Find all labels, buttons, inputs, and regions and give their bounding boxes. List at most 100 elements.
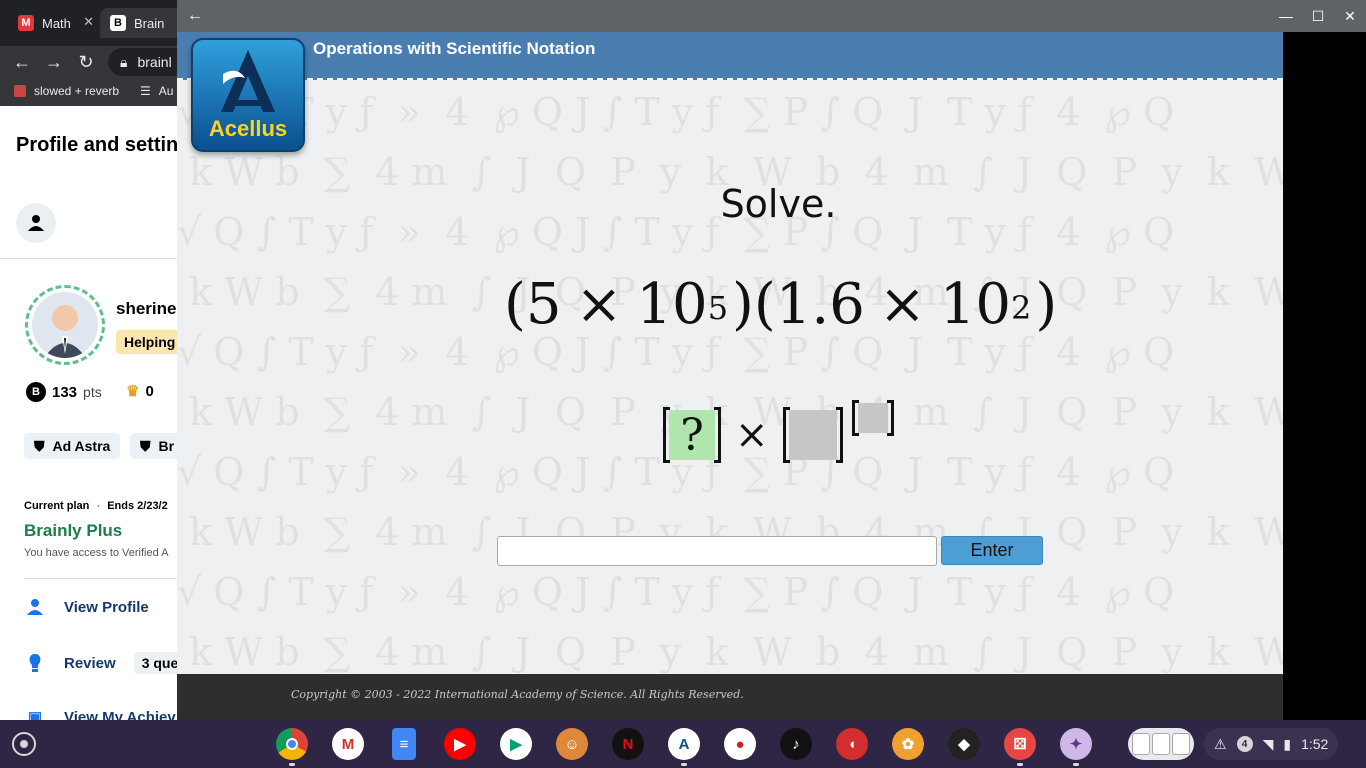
plan-description: You have access to Verified A	[24, 547, 169, 559]
bookmark-slowed-reverb[interactable]: slowed + reverb	[14, 84, 119, 98]
exponent-answer-box[interactable]	[852, 400, 894, 436]
roblox-icon[interactable]: ◆	[948, 728, 980, 760]
lesson-footer: Copyright © 2003 - 2022 International Ac…	[177, 674, 1283, 720]
points-value: 133	[52, 383, 78, 401]
status-area[interactable]: ⚠ 4 ◥ ▮ 1:52	[1204, 728, 1339, 760]
game-icon[interactable]: ☺	[556, 728, 588, 760]
thumbnail-icon	[1172, 733, 1190, 755]
avatar[interactable]	[25, 285, 105, 365]
notification-count: 4	[1236, 736, 1253, 752]
running-indicator	[681, 763, 687, 766]
chrome-icon[interactable]	[276, 728, 308, 760]
close-icon[interactable]: ✕	[1340, 6, 1360, 26]
crowns-display: ♛ 0	[126, 382, 154, 401]
times-sign: ×	[878, 272, 926, 337]
thumbnail-icon	[1152, 733, 1170, 755]
lock-icon: 🔒︎	[120, 53, 128, 70]
clock: 1:52	[1301, 736, 1329, 752]
person-icon	[24, 596, 46, 618]
crown-icon: ♛	[126, 383, 140, 400]
tab-label: Brain	[134, 15, 165, 31]
coefficient-placeholder: ?	[669, 410, 715, 461]
lightbulb-icon	[24, 652, 46, 674]
back-arrow-icon[interactable]: ←	[185, 6, 205, 26]
logo-text: Acellus	[208, 116, 288, 141]
bookmark-favicon-icon	[14, 85, 26, 97]
brainly-favicon-icon: B	[110, 15, 126, 31]
base-answer-box[interactable]	[782, 407, 843, 463]
exponent-placeholder	[858, 403, 888, 433]
math-favicon-icon: M	[18, 15, 34, 31]
url-text: brainl	[137, 54, 172, 70]
answer-input[interactable]	[497, 536, 937, 566]
back-arrow-icon[interactable]: ←	[10, 50, 34, 74]
play-store-icon[interactable]: ▶	[500, 728, 532, 760]
apple-icon[interactable]: ●	[724, 728, 756, 760]
paren-open: (	[753, 272, 776, 337]
tab-math[interactable]: M Math ✕	[8, 8, 102, 38]
username: sherine	[116, 299, 177, 318]
sliders-icon: ☰	[140, 84, 151, 98]
tiktok-icon[interactable]: ♪	[780, 728, 812, 760]
user-tab-button[interactable]	[16, 203, 56, 243]
crowns-value: 0	[145, 382, 154, 400]
youtube-icon[interactable]: ▶	[444, 728, 476, 760]
times-sign: ×	[575, 272, 623, 337]
copyright-text: Copyright © 2003 - 2022 International Ac…	[291, 688, 744, 701]
menu-view-profile[interactable]: View Profile	[24, 596, 149, 618]
coefficient-a: 5	[525, 272, 562, 337]
plan-ends: Ends 2/23/2	[107, 500, 168, 512]
menu-label: Review	[64, 654, 116, 672]
running-indicator	[1073, 763, 1079, 766]
paren-close: )	[1035, 272, 1058, 337]
dice-icon[interactable]: ⚄	[1004, 728, 1036, 760]
paren-open: (	[504, 272, 526, 337]
gmail-icon[interactable]: M	[332, 728, 364, 760]
achievement-chip[interactable]: ⛊ Ad Astra	[24, 433, 121, 459]
exponent-b: 2	[1011, 289, 1032, 327]
menu-label: View Profile	[64, 598, 149, 616]
acellus-app-window: ← — ☐ ✕ √ Q ∫ T y ƒ » 4 ℘ Q J ∫ T y ƒ ∑ …	[177, 0, 1366, 720]
problem-prompt: Solve.	[720, 182, 837, 226]
points-unit: pts	[83, 384, 102, 400]
minimize-icon[interactable]: —	[1276, 6, 1296, 26]
battery-icon: ▮	[1283, 735, 1292, 752]
times-sign: ×	[735, 412, 769, 458]
acellus-icon[interactable]: A	[668, 728, 700, 760]
chip-label: Ad Astra	[52, 438, 111, 454]
launcher-icon[interactable]	[12, 732, 36, 756]
bookmark-label: Au	[158, 84, 174, 98]
plan-line: Current plan · Ends 2/23/2	[24, 500, 168, 512]
page-title: Profile and settin	[16, 134, 179, 156]
avatar-image	[32, 292, 98, 358]
reload-icon[interactable]: ↻	[74, 50, 98, 74]
among-us-icon[interactable]: ◖	[836, 728, 868, 760]
exponent-a: 5	[707, 289, 729, 327]
running-indicator	[1017, 763, 1023, 766]
base-placeholder	[788, 410, 837, 460]
base-ten: 10	[636, 272, 708, 337]
plan-label: Current plan	[24, 500, 90, 512]
enter-button[interactable]: Enter	[941, 536, 1043, 565]
lesson-header: Operations with Scientific Notation	[177, 32, 1283, 80]
base-ten: 10	[939, 272, 1012, 337]
cookie-game-icon[interactable]: ✿	[892, 728, 924, 760]
math-expression: ( 5 × 10 5 ) ( 1.6 × 10 2 )	[504, 272, 1057, 337]
wifi-icon: ◥	[1262, 735, 1274, 752]
docs-icon[interactable]: ≡	[392, 728, 416, 760]
holding-space-tray[interactable]	[1128, 728, 1194, 760]
maximize-icon[interactable]: ☐	[1308, 6, 1328, 26]
thumbnail-icon	[1132, 733, 1150, 755]
plan-name[interactable]: Brainly Plus	[24, 521, 122, 541]
close-icon[interactable]: ✕	[83, 14, 94, 30]
anime-app-icon[interactable]: ✦	[1060, 728, 1092, 760]
bookmark-label: slowed + reverb	[34, 84, 120, 98]
separator: ·	[96, 500, 101, 512]
achievement-chip[interactable]: ⛊ Br	[130, 433, 185, 459]
forward-arrow-icon[interactable]: →	[42, 50, 66, 74]
netflix-icon[interactable]: N	[612, 728, 644, 760]
menu-review[interactable]: Review 3 ques	[24, 652, 195, 674]
bookmark-au[interactable]: ☰ Au	[140, 84, 173, 98]
coefficient-answer-box[interactable]: ?	[663, 407, 721, 463]
background-watermark-pattern: √ Q ∫ T y ƒ » 4 ℘ Q J ∫ T y ƒ ∑ P ∫ Q J …	[177, 90, 1283, 674]
